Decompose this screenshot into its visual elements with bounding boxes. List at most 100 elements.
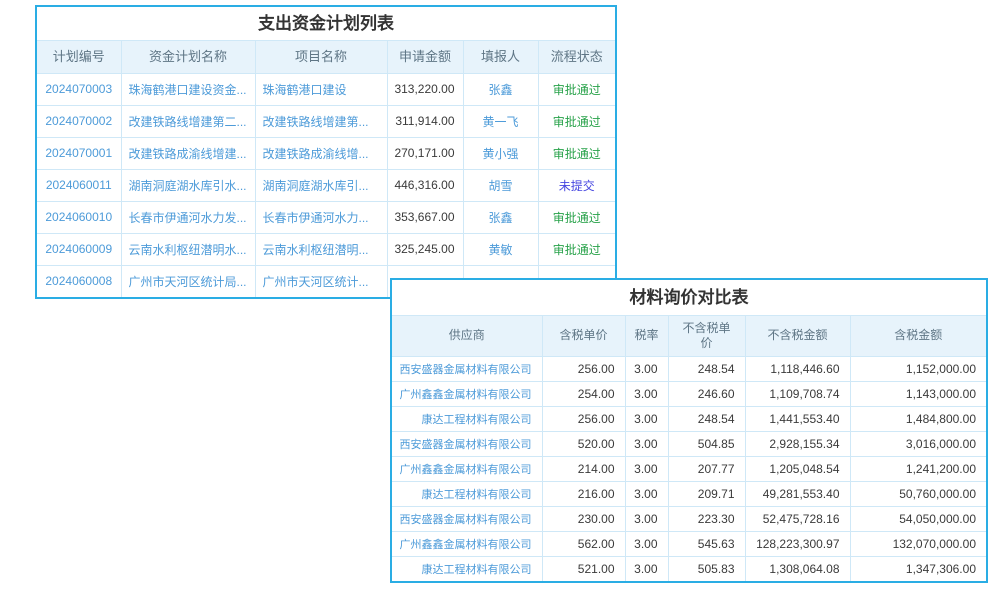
supplier-cell[interactable]: 康达工程材料有限公司: [392, 481, 542, 506]
fund-plan-name-cell[interactable]: 长春市伊通河水力发...: [121, 201, 255, 233]
project-name-cell[interactable]: 改建铁路线增建第...: [255, 105, 387, 137]
tax-rate-cell: 3.00: [625, 356, 668, 381]
amount-excl-tax-cell: 52,475,728.16: [745, 506, 850, 531]
amount-cell: 353,667.00: [387, 201, 463, 233]
amount-incl-tax-cell: 1,484,800.00: [850, 406, 986, 431]
status-cell: 未提交: [538, 169, 615, 201]
material-inquiry-comparison-title: 材料询价对比表: [392, 280, 986, 316]
project-name-cell[interactable]: 湖南洞庭湖水库引...: [255, 169, 387, 201]
plan-no-cell[interactable]: 2024060010: [37, 201, 121, 233]
supplier-cell[interactable]: 广州鑫鑫金属材料有限公司: [392, 456, 542, 481]
price-excl-tax-cell: 248.54: [668, 356, 745, 381]
price-incl-tax-cell: 216.00: [542, 481, 625, 506]
supplier-cell[interactable]: 康达工程材料有限公司: [392, 406, 542, 431]
material-inquiry-table-header: 供应商含税单价税率不含税单价不含税金额含税金额: [392, 316, 986, 356]
table-row: 康达工程材料有限公司256.003.00248.541,441,553.401,…: [392, 406, 986, 431]
fund-plan-name-cell[interactable]: 改建铁路线增建第二...: [121, 105, 255, 137]
status-cell: 审批通过: [538, 105, 615, 137]
reporter-cell: 胡雪: [463, 169, 538, 201]
tax-rate-cell: 3.00: [625, 456, 668, 481]
table-row: 2024060011湖南洞庭湖水库引水...湖南洞庭湖水库引...446,316…: [37, 169, 615, 201]
fund-plan-name-cell[interactable]: 改建铁路成渝线增建...: [121, 137, 255, 169]
amount-incl-tax-cell: 3,016,000.00: [850, 431, 986, 456]
amount-incl-tax-cell: 1,241,200.00: [850, 456, 986, 481]
reporter-cell: 黄一飞: [463, 105, 538, 137]
table-row: 西安盛器金属材料有限公司256.003.00248.541,118,446.60…: [392, 356, 986, 381]
table-row: 2024060009云南水利枢纽潜明水...云南水利枢纽潜明...325,245…: [37, 233, 615, 265]
table-row: 2024070003珠海鹤港口建设资金...珠海鹤港口建设313,220.00张…: [37, 73, 615, 105]
reporter-cell: 张鑫: [463, 73, 538, 105]
fund-plan-name-cell[interactable]: 广州市天河区统计局...: [121, 265, 255, 297]
tax-rate-cell: 3.00: [625, 506, 668, 531]
plan-no-cell[interactable]: 2024060009: [37, 233, 121, 265]
expenditure-fund-plan-table: 计划编号资金计划名称项目名称申请金额填报人流程状态 2024070003珠海鹤港…: [37, 41, 615, 297]
fund-plan-name-cell[interactable]: 湖南洞庭湖水库引水...: [121, 169, 255, 201]
plan-no-cell[interactable]: 2024070002: [37, 105, 121, 137]
column-header: 计划编号: [37, 41, 121, 73]
plan-no-cell[interactable]: 2024070001: [37, 137, 121, 169]
project-name-cell[interactable]: 广州市天河区统计...: [255, 265, 387, 297]
status-cell: 审批通过: [538, 201, 615, 233]
amount-cell: 325,245.00: [387, 233, 463, 265]
price-excl-tax-cell: 248.54: [668, 406, 745, 431]
supplier-cell[interactable]: 西安盛器金属材料有限公司: [392, 431, 542, 456]
expenditure-fund-plan-list-title: 支出资金计划列表: [37, 7, 615, 41]
price-excl-tax-cell: 246.60: [668, 381, 745, 406]
amount-incl-tax-cell: 1,143,000.00: [850, 381, 986, 406]
column-header: 供应商: [392, 316, 542, 356]
column-header: 税率: [625, 316, 668, 356]
supplier-cell[interactable]: 西安盛器金属材料有限公司: [392, 356, 542, 381]
price-incl-tax-cell: 521.00: [542, 556, 625, 581]
price-incl-tax-cell: 562.00: [542, 531, 625, 556]
column-header: 含税单价: [542, 316, 625, 356]
fund-plan-name-cell[interactable]: 珠海鹤港口建设资金...: [121, 73, 255, 105]
price-excl-tax-cell: 545.63: [668, 531, 745, 556]
amount-excl-tax-cell: 128,223,300.97: [745, 531, 850, 556]
column-header: 含税金额: [850, 316, 986, 356]
price-excl-tax-cell: 505.83: [668, 556, 745, 581]
supplier-cell[interactable]: 广州鑫鑫金属材料有限公司: [392, 531, 542, 556]
plan-no-cell[interactable]: 2024060011: [37, 169, 121, 201]
plan-no-cell[interactable]: 2024060008: [37, 265, 121, 297]
amount-incl-tax-cell: 1,347,306.00: [850, 556, 986, 581]
supplier-cell[interactable]: 康达工程材料有限公司: [392, 556, 542, 581]
project-name-cell[interactable]: 云南水利枢纽潜明...: [255, 233, 387, 265]
amount-cell: 313,220.00: [387, 73, 463, 105]
tax-rate-cell: 3.00: [625, 556, 668, 581]
status-cell: 审批通过: [538, 137, 615, 169]
header-row: 计划编号资金计划名称项目名称申请金额填报人流程状态: [37, 41, 615, 73]
price-incl-tax-cell: 256.00: [542, 406, 625, 431]
amount-excl-tax-cell: 2,928,155.34: [745, 431, 850, 456]
amount-excl-tax-cell: 1,441,553.40: [745, 406, 850, 431]
material-inquiry-comparison-panel: 材料询价对比表 供应商含税单价税率不含税单价不含税金额含税金额 西安盛器金属材料…: [390, 278, 988, 583]
table-row: 广州鑫鑫金属材料有限公司254.003.00246.601,109,708.74…: [392, 381, 986, 406]
amount-incl-tax-cell: 54,050,000.00: [850, 506, 986, 531]
table-row: 2024070002改建铁路线增建第二...改建铁路线增建第...311,914…: [37, 105, 615, 137]
price-excl-tax-cell: 209.71: [668, 481, 745, 506]
fund-plan-name-cell[interactable]: 云南水利枢纽潜明水...: [121, 233, 255, 265]
project-name-cell[interactable]: 珠海鹤港口建设: [255, 73, 387, 105]
amount-incl-tax-cell: 132,070,000.00: [850, 531, 986, 556]
project-name-cell[interactable]: 改建铁路成渝线增...: [255, 137, 387, 169]
supplier-cell[interactable]: 广州鑫鑫金属材料有限公司: [392, 381, 542, 406]
price-incl-tax-cell: 254.00: [542, 381, 625, 406]
material-inquiry-comparison-table: 供应商含税单价税率不含税单价不含税金额含税金额 西安盛器金属材料有限公司256.…: [392, 316, 986, 581]
table-row: 康达工程材料有限公司216.003.00209.7149,281,553.405…: [392, 481, 986, 506]
plan-no-cell[interactable]: 2024070003: [37, 73, 121, 105]
status-cell: 审批通过: [538, 233, 615, 265]
supplier-cell[interactable]: 西安盛器金属材料有限公司: [392, 506, 542, 531]
table-row: 西安盛器金属材料有限公司230.003.00223.3052,475,728.1…: [392, 506, 986, 531]
status-cell: 审批通过: [538, 73, 615, 105]
project-name-cell[interactable]: 长春市伊通河水力...: [255, 201, 387, 233]
column-header: 不含税单价: [668, 316, 745, 356]
expenditure-fund-plan-table-header: 计划编号资金计划名称项目名称申请金额填报人流程状态: [37, 41, 615, 73]
reporter-cell: 黄敏: [463, 233, 538, 265]
table-row: 广州鑫鑫金属材料有限公司214.003.00207.771,205,048.54…: [392, 456, 986, 481]
amount-excl-tax-cell: 1,205,048.54: [745, 456, 850, 481]
column-header: 资金计划名称: [121, 41, 255, 73]
amount-excl-tax-cell: 1,308,064.08: [745, 556, 850, 581]
price-excl-tax-cell: 504.85: [668, 431, 745, 456]
amount-excl-tax-cell: 49,281,553.40: [745, 481, 850, 506]
table-row: 西安盛器金属材料有限公司520.003.00504.852,928,155.34…: [392, 431, 986, 456]
column-header: 申请金额: [387, 41, 463, 73]
